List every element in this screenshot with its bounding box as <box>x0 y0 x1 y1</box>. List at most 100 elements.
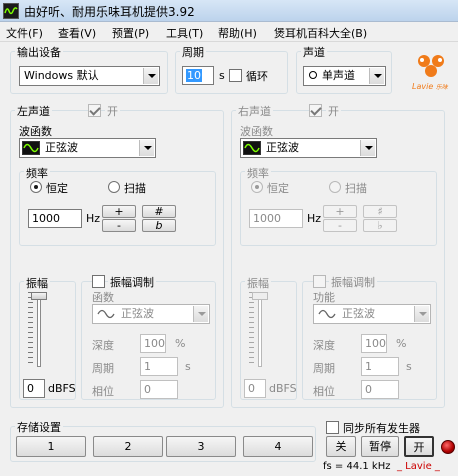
menu-presets[interactable]: 预置(P) <box>112 25 149 41</box>
record-icon[interactable] <box>441 440 455 454</box>
left-waveform-value: 正弦波 <box>45 141 78 154</box>
storage-slot-2-button[interactable]: 2 <box>93 436 163 457</box>
right-freq-sharp-button[interactable]: ♯ <box>363 205 397 218</box>
left-fixed-radio[interactable] <box>30 181 42 193</box>
storage-slot-1-button[interactable]: 1 <box>16 436 86 457</box>
left-am-period-input[interactable]: 1 <box>140 357 178 376</box>
left-am-depth-input[interactable]: 100 <box>140 334 166 353</box>
left-am-period-label: 周期 <box>92 362 114 375</box>
left-enable-label: 开 <box>105 103 120 119</box>
sync-checkbox[interactable] <box>326 421 339 434</box>
left-am-group: 振幅调制 函数 正弦波 深度 100 % 周期 1 s 相位 0 <box>81 274 216 400</box>
period-label: 周期 <box>180 44 206 60</box>
right-freq-flat-button[interactable]: ♭ <box>363 219 397 232</box>
left-amplitude-track <box>37 292 41 367</box>
chevron-down-icon <box>143 68 158 84</box>
right-fixed-radio[interactable] <box>251 181 263 193</box>
left-am-label: 振幅调制 <box>108 274 156 290</box>
right-frequency-unit: Hz <box>307 212 322 225</box>
sine-wave-icon <box>22 141 40 155</box>
channel-group: 声道 单声道 <box>296 44 392 94</box>
right-am-depth-input[interactable]: 100 <box>361 334 387 353</box>
right-amplitude-label: 振幅 <box>245 275 271 291</box>
menu-tools[interactable]: 工具(T) <box>166 25 203 41</box>
storage-slot-4-button[interactable]: 4 <box>243 436 313 457</box>
chevron-down-icon <box>139 140 154 156</box>
chevron-down-icon <box>369 68 384 84</box>
right-am-period-unit: s <box>406 360 412 373</box>
left-channel-label: 左声道 <box>15 103 52 119</box>
menu-view[interactable]: 查看(V) <box>58 25 96 41</box>
left-frequency-unit: Hz <box>86 212 101 225</box>
left-frequency-input[interactable]: 1000 <box>28 209 82 228</box>
mono-icon <box>309 71 317 79</box>
channel-select[interactable]: 单声道 <box>303 66 386 86</box>
right-am-period-input[interactable]: 1 <box>361 357 399 376</box>
right-am-group: 振幅调制 功能 正弦波 深度 100 % 周期 1 s 相位 0 <box>302 274 437 400</box>
left-frequency-group: 频率 恒定 扫描 1000 Hz + - # b <box>19 165 216 246</box>
sine-wave-icon <box>318 309 336 319</box>
lavie-logo: Lavie 乐味 <box>410 52 452 94</box>
logo-subtext: 乐味 <box>435 84 448 91</box>
left-amplitude-slider[interactable] <box>31 292 47 300</box>
right-waveform-value: 正弦波 <box>266 141 299 154</box>
right-am-label: 振幅调制 <box>329 274 377 290</box>
left-amplitude-unit: dBFS <box>48 382 76 395</box>
left-freq-plus-button[interactable]: + <box>102 205 136 218</box>
left-waveform-select[interactable]: 正弦波 <box>19 138 156 158</box>
right-amplitude-group: 振幅 0 dBFS <box>240 275 297 400</box>
right-am-phase-input[interactable]: 0 <box>361 380 399 399</box>
period-unit: s <box>219 69 225 82</box>
right-frequency-group: 频率 恒定 扫描 1000 Hz + - ♯ ♭ <box>240 165 437 246</box>
output-device-value: Windows 默认 <box>24 69 99 82</box>
right-fixed-label: 恒定 <box>267 182 289 195</box>
left-amplitude-group: 振幅 0 dBFS <box>19 275 76 400</box>
right-enable-checkbox[interactable] <box>309 104 322 117</box>
title-bar[interactable]: 由好听、耐用乐味耳机提供3.92 <box>0 0 458 22</box>
right-channel-group: 右声道 开 波函数 正弦波 频率 恒定 扫描 1000 Hz + - ♯ ♭ 振… <box>231 103 445 408</box>
left-am-function-select[interactable]: 正弦波 <box>92 304 210 324</box>
right-freq-minus-button[interactable]: - <box>323 219 357 232</box>
right-amplitude-input[interactable]: 0 <box>244 379 266 398</box>
loop-label: 循环 <box>246 70 268 83</box>
right-sweep-radio[interactable] <box>329 181 341 193</box>
right-frequency-input[interactable]: 1000 <box>249 209 303 228</box>
chevron-down-icon <box>360 140 375 156</box>
left-amplitude-input[interactable]: 0 <box>23 379 45 398</box>
left-am-checkbox[interactable] <box>92 275 105 288</box>
right-waveform-select[interactable]: 正弦波 <box>240 138 377 158</box>
left-freq-flat-button[interactable]: b <box>142 219 176 232</box>
channel-value: 单声道 <box>322 69 355 82</box>
right-am-function-select[interactable]: 正弦波 <box>313 304 431 324</box>
left-sweep-radio[interactable] <box>108 181 120 193</box>
pause-button[interactable]: 暂停 <box>361 436 399 457</box>
left-freq-sharp-button[interactable]: # <box>142 205 176 218</box>
right-waveform-label: 波函数 <box>240 125 273 138</box>
right-freq-plus-button[interactable]: + <box>323 205 357 218</box>
period-input[interactable]: 10 <box>182 66 214 85</box>
storage-slot-3-button[interactable]: 3 <box>166 436 236 457</box>
right-am-function-value: 正弦波 <box>342 307 375 320</box>
left-am-depth-unit: % <box>175 337 186 350</box>
right-amplitude-track <box>258 292 262 367</box>
output-device-group: 输出设备 Windows 默认 <box>10 44 168 94</box>
output-device-label: 输出设备 <box>15 44 63 60</box>
menu-encyclopedia[interactable]: 煲耳机百科大全(B) <box>274 25 367 41</box>
storage-label: 存储设置 <box>15 419 63 435</box>
brand-link[interactable]: _ Lavie _ <box>397 461 440 472</box>
on-button[interactable]: 开 <box>404 436 434 457</box>
sine-wave-icon <box>243 141 261 155</box>
right-enable-label: 开 <box>326 103 341 119</box>
off-button[interactable]: 关 <box>326 436 356 457</box>
right-am-checkbox[interactable] <box>313 275 326 288</box>
menu-help[interactable]: 帮助(H) <box>218 25 257 41</box>
left-freq-minus-button[interactable]: - <box>102 219 136 232</box>
output-device-select[interactable]: Windows 默认 <box>19 66 160 86</box>
left-waveform-label: 波函数 <box>19 125 52 138</box>
left-enable-checkbox[interactable] <box>88 104 101 117</box>
loop-checkbox[interactable] <box>229 69 242 82</box>
left-am-phase-input[interactable]: 0 <box>140 380 178 399</box>
right-amplitude-unit: dBFS <box>269 382 297 395</box>
menu-file[interactable]: 文件(F) <box>6 25 43 41</box>
right-amplitude-slider[interactable] <box>252 292 268 300</box>
